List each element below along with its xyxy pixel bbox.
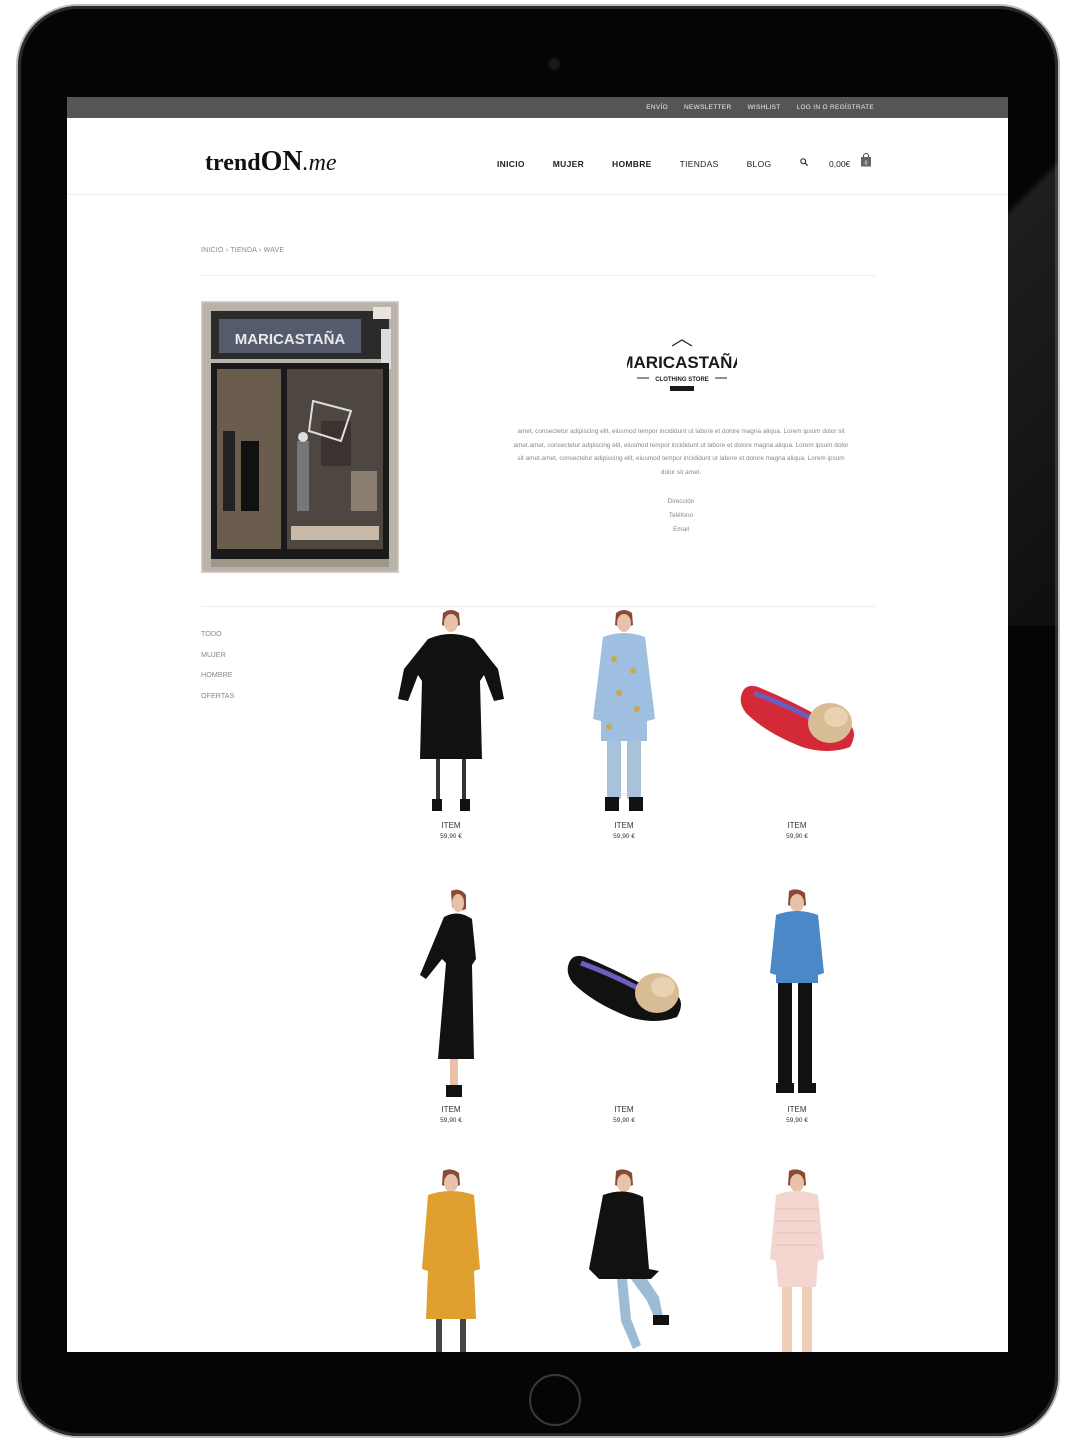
divider (201, 606, 875, 607)
product-name: ITEM (614, 1105, 634, 1114)
product-name: ITEM (441, 1105, 461, 1114)
front-camera (549, 59, 559, 69)
product-name: ITEM (787, 1105, 807, 1114)
nav-inicio[interactable]: INICIO (497, 159, 525, 169)
nav-hombre[interactable]: HOMBRE (612, 159, 652, 169)
main-nav: INICIO MUJER HOMBRE TIENDAS BLOG (497, 159, 771, 169)
site-header: trendON.me INICIO MUJER HOMBRE TIENDAS B… (67, 118, 1008, 195)
storefront-photo: MARICASTAÑA (201, 301, 399, 573)
product-card[interactable]: ITEM 59,90 € (549, 889, 699, 1124)
product-image-blue-cardigan (770, 889, 824, 1093)
storefront-sign: MARICASTAÑA (235, 330, 346, 348)
logo-text-me: .me (302, 150, 337, 176)
logo-text-on: ON (260, 146, 303, 177)
filter-mujer[interactable]: MUJER (201, 645, 234, 666)
product-image-mustard-knit-dress (422, 1169, 480, 1352)
store-phone: Teléfono (668, 512, 694, 519)
product-card[interactable]: ITEM 59,90 € (722, 609, 872, 840)
store-address: Dirección (667, 498, 695, 505)
product-card[interactable] (722, 1169, 872, 1352)
product-card[interactable]: ITEM 59,90 € (549, 609, 699, 840)
utility-bar: ENVÍO NEWSLETTER WISHLIST LOG IN O REGÍS… (67, 97, 1008, 118)
store-description: amet, consectetur adipiscing elit, eiusm… (513, 428, 849, 476)
product-price: 59,90 € (613, 1117, 635, 1124)
store-logo-sub: CLOTHING STORE (655, 377, 709, 383)
wishlist-link[interactable]: WISHLIST (747, 104, 780, 111)
product-price: 59,90 € (440, 1117, 462, 1124)
logo-text-trend: trend (205, 150, 261, 176)
filter-hombre[interactable]: HOMBRE (201, 665, 234, 686)
cart-count: 0 (865, 161, 868, 167)
shipping-link[interactable]: ENVÍO (646, 104, 668, 111)
browser-screen: ENVÍO NEWSLETTER WISHLIST LOG IN O REGÍS… (67, 97, 1008, 1352)
home-button[interactable] (529, 1374, 581, 1426)
newsletter-link[interactable]: NEWSLETTER (684, 104, 731, 111)
store-contact: Dirección Teléfono Email (631, 495, 731, 537)
search-icon[interactable] (800, 158, 808, 166)
product-image-black-dress (398, 610, 504, 811)
nav-blog[interactable]: BLOG (747, 159, 772, 169)
product-name: ITEM (441, 821, 461, 830)
product-image-black-fur-loafer (567, 955, 681, 1021)
product-price: 59,90 € (786, 1117, 808, 1124)
nav-mujer[interactable]: MUJER (553, 159, 584, 169)
product-image-black-long-dress (420, 889, 476, 1097)
divider (201, 275, 875, 276)
category-filters: TODO MUJER HOMBRE OFERTAS (201, 624, 234, 706)
product-image-blue-print-shirt-dress (593, 610, 655, 811)
product-price: 59,90 € (613, 833, 635, 840)
product-card[interactable] (376, 1169, 526, 1352)
product-name: ITEM (614, 821, 634, 830)
product-image-red-fur-loafer (740, 685, 854, 751)
product-card[interactable]: ITEM 59,90 € (722, 889, 872, 1124)
breadcrumb: INICIO › TIENDA › WAVE (201, 247, 285, 254)
login-register-link[interactable]: LOG IN O REGÍSTRATE (797, 104, 874, 111)
product-card[interactable]: ITEM 59,90 € (376, 889, 526, 1124)
store-email: Email (673, 526, 689, 533)
shopping-bag-icon[interactable]: 0 (860, 153, 872, 167)
cart-amount[interactable]: 0,00€ (829, 159, 850, 169)
maricastana-logo: MARICASTAÑA CLOTHING STORE (627, 339, 737, 391)
filter-todo[interactable]: TODO (201, 624, 234, 645)
nav-tiendas[interactable]: TIENDAS (680, 159, 719, 169)
product-price: 59,90 € (440, 833, 462, 840)
product-card[interactable] (549, 1169, 699, 1352)
site-logo[interactable]: trendON.me (205, 146, 337, 178)
product-card[interactable]: ITEM 59,90 € (376, 609, 526, 840)
product-image-black-coat (589, 1169, 669, 1349)
product-price: 59,90 € (786, 833, 808, 840)
product-name: ITEM (787, 821, 807, 830)
filter-ofertas[interactable]: OFERTAS (201, 686, 234, 707)
product-image-striped-bodysuit (770, 1169, 824, 1352)
store-logo-name: MARICASTAÑA (627, 352, 737, 372)
